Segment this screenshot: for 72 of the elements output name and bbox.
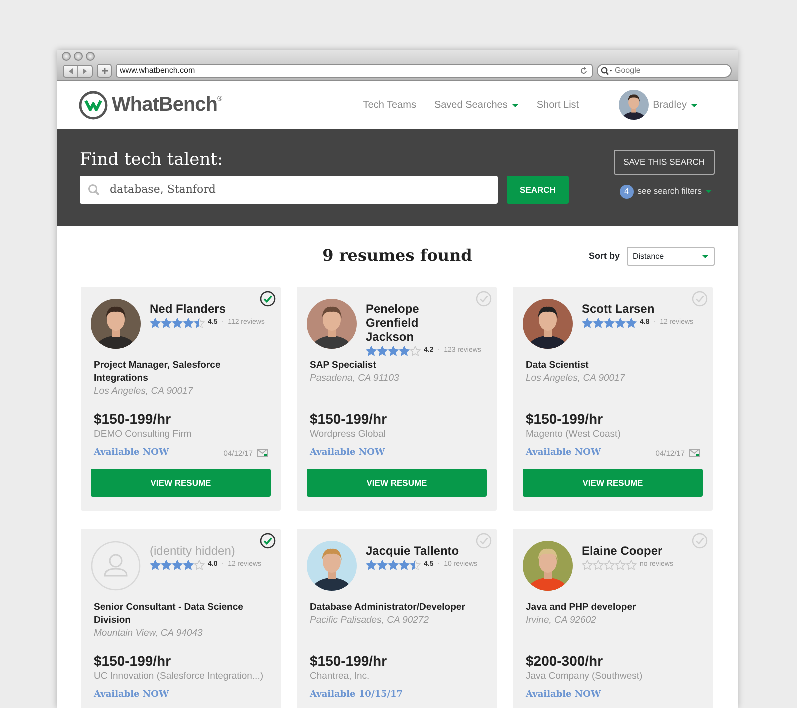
nav-dropdown[interactable]: Saved Searches <box>434 98 519 112</box>
job-title: Senior Consultant - Data Science Division <box>94 601 244 627</box>
search-filters-link[interactable]: see search filters <box>638 185 702 198</box>
view-resume-button[interactable]: VIEW RESUME <box>307 469 487 498</box>
candidate-name: (identity hidden) <box>150 544 236 558</box>
job-title: Data Scientist <box>526 359 590 372</box>
job-title: Java and PHP developer <box>526 601 638 614</box>
view-resume-button[interactable]: VIEW RESUME <box>91 469 271 498</box>
candidate-name: Jacquie Tallento <box>366 544 460 558</box>
candidate-name: Elaine Cooper <box>582 544 664 558</box>
company-name: Chantrea, Inc. <box>309 670 371 684</box>
new-tab-button[interactable] <box>97 64 112 78</box>
candidate-name: Ned Flanders <box>150 302 228 316</box>
results-heading: 9 resumes found <box>322 246 472 265</box>
job-title: Project Manager, Salesforce Integrations <box>94 359 222 385</box>
search-field[interactable]: database, Stanford <box>80 176 498 204</box>
location-text: Mountain View, CA 94043 <box>94 627 204 640</box>
address-input[interactable]: www.whatbench.com <box>117 65 580 77</box>
logo-text: WhatBench <box>112 93 218 118</box>
candidate-name: Scott Larsen <box>582 302 656 316</box>
availability-text: Available NOW <box>94 446 170 460</box>
search-icon <box>88 184 100 196</box>
view-resume-button[interactable]: VIEW RESUME <box>523 469 703 498</box>
location-text: Los Angeles, CA 90017 <box>94 385 194 398</box>
hourly-rate: $200-300/hr <box>525 653 604 670</box>
search-heading: Find tech talent: <box>80 149 224 171</box>
company-name: DEMO Consulting Firm <box>93 428 193 442</box>
location-text: Los Angeles, CA 90017 <box>526 372 626 385</box>
company-name: Magento (West Coast) <box>525 428 622 442</box>
availability-text: Available 10/15/17 <box>310 688 404 702</box>
caret-icon <box>706 189 712 194</box>
filter-count-badge: 4 <box>620 184 634 199</box>
availability-text: Available NOW <box>310 446 386 460</box>
hourly-rate: $150-199/hr <box>93 653 172 670</box>
mail-icon <box>689 449 700 458</box>
select-checkbox[interactable] <box>260 291 276 307</box>
user-menu[interactable]: Bradley <box>653 98 698 112</box>
save-search-button[interactable]: SAVE THIS SEARCH <box>614 150 715 175</box>
company-name: Java Company (Southwest) <box>525 670 644 684</box>
location-text: Pacific Palisades, CA 90272 <box>310 614 430 627</box>
mail-icon <box>257 449 268 458</box>
hourly-rate: $150-199/hr <box>525 411 604 428</box>
logo-icon <box>79 90 108 120</box>
company-name: Wordpress Global <box>309 428 387 442</box>
browser-search-input[interactable]: Google <box>613 65 731 77</box>
location-text: Irvine, CA 92602 <box>526 614 598 627</box>
search-input[interactable]: database, Stanford <box>108 180 498 200</box>
company-name: UC Innovation (Salesforce Integration...) <box>93 670 265 684</box>
job-title: Database Administrator/Developer <box>310 601 466 614</box>
location-text: Pasadena, CA 91103 <box>310 372 400 385</box>
plus-icon <box>100 67 108 75</box>
nav-link[interactable]: Tech Teams <box>363 98 416 112</box>
select-checkbox[interactable] <box>260 533 276 549</box>
hourly-rate: $150-199/hr <box>309 653 388 670</box>
back-forward-buttons[interactable] <box>63 64 93 78</box>
search-icon <box>601 66 613 76</box>
reload-icon[interactable] <box>580 67 588 75</box>
address-field[interactable]: www.whatbench.com <box>116 64 593 78</box>
availability-text: Available NOW <box>526 446 602 460</box>
candidate-name: Penelope Grenfield Jackson <box>366 302 420 344</box>
user-placeholder-icon <box>91 541 141 591</box>
search-button[interactable]: SEARCH <box>507 176 569 204</box>
availability-text: Available NOW <box>94 688 170 702</box>
caret-icon <box>702 254 709 259</box>
sort-dropdown[interactable]: Distance <box>627 247 715 266</box>
browser-search-field[interactable]: Google <box>597 64 732 78</box>
job-title: SAP Specialist <box>310 359 378 372</box>
hourly-rate: $150-199/hr <box>93 411 172 428</box>
sort-label: Sort by <box>588 250 620 263</box>
hourly-rate: $150-199/hr <box>309 411 388 428</box>
nav-link[interactable]: Short List <box>536 98 580 112</box>
availability-text: Available NOW <box>526 688 602 702</box>
